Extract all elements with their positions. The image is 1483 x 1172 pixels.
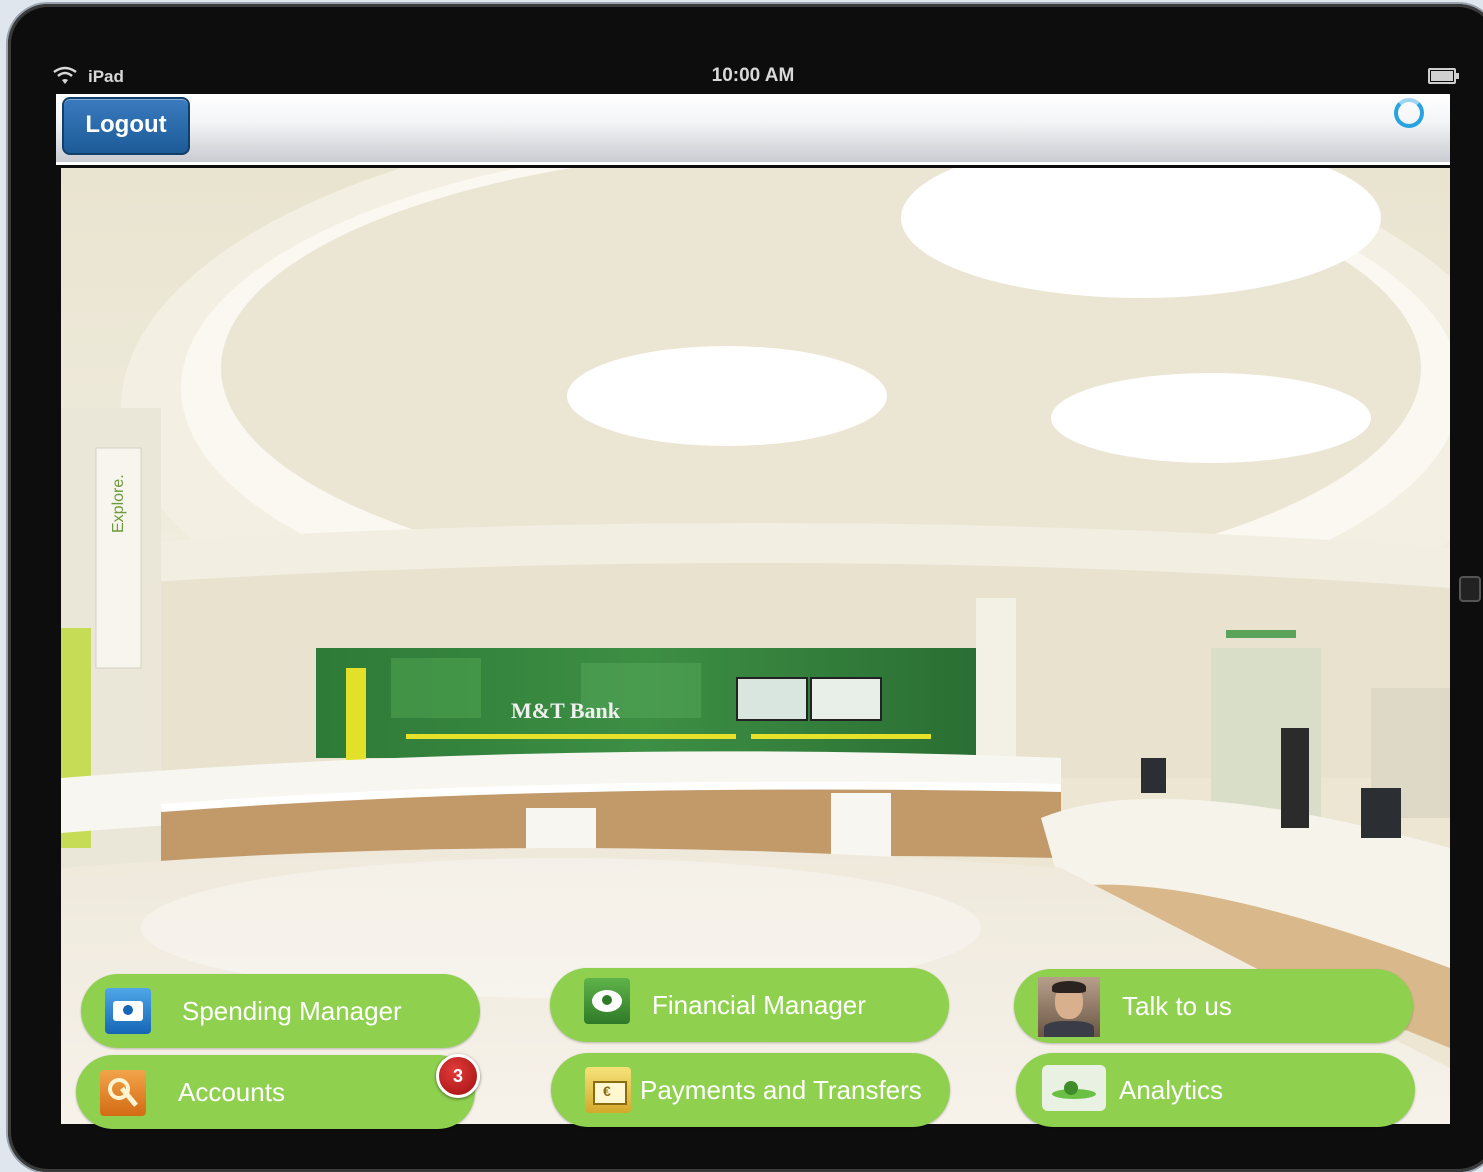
advisor-avatar-icon <box>1038 977 1100 1037</box>
key-icon <box>100 1070 146 1116</box>
device-side-button <box>1459 576 1481 602</box>
tile-payments-and-transfers[interactable]: € Payments and Transfers <box>551 1053 950 1127</box>
tile-spending-manager[interactable]: Spending Manager <box>81 974 480 1048</box>
chart-icon <box>1042 1065 1106 1111</box>
tile-analytics[interactable]: Analytics <box>1016 1053 1415 1127</box>
accounts-notification-badge: 3 <box>436 1054 480 1098</box>
top-toolbar: Logout <box>56 94 1450 165</box>
tile-label: Talk to us <box>1122 991 1232 1021</box>
status-bar: iPad 10:00 AM <box>48 64 1459 90</box>
tile-label: Accounts <box>178 1077 285 1107</box>
tile-label: Financial Manager <box>652 990 866 1020</box>
battery-icon <box>1428 68 1459 84</box>
tile-label: Analytics <box>1119 1075 1224 1105</box>
euro-wallet-icon: € <box>585 1067 631 1113</box>
tile-accounts[interactable]: Accounts <box>76 1055 475 1129</box>
tile-label: Payments and Transfers <box>640 1075 922 1105</box>
logout-button[interactable]: Logout <box>62 97 190 155</box>
loading-spinner-icon <box>1394 98 1424 128</box>
bank-sign-text: M&T Bank <box>511 698 621 723</box>
status-time: 10:00 AM <box>711 65 795 86</box>
camera-icon <box>105 988 151 1034</box>
piggy-bank-icon <box>584 978 630 1024</box>
tile-talk-to-us[interactable]: Talk to us <box>1014 969 1413 1043</box>
tile-label: Spending Manager <box>182 996 402 1026</box>
tile-financial-manager[interactable]: Financial Manager <box>550 968 949 1042</box>
explore-banner-text: Explore. <box>110 474 127 533</box>
